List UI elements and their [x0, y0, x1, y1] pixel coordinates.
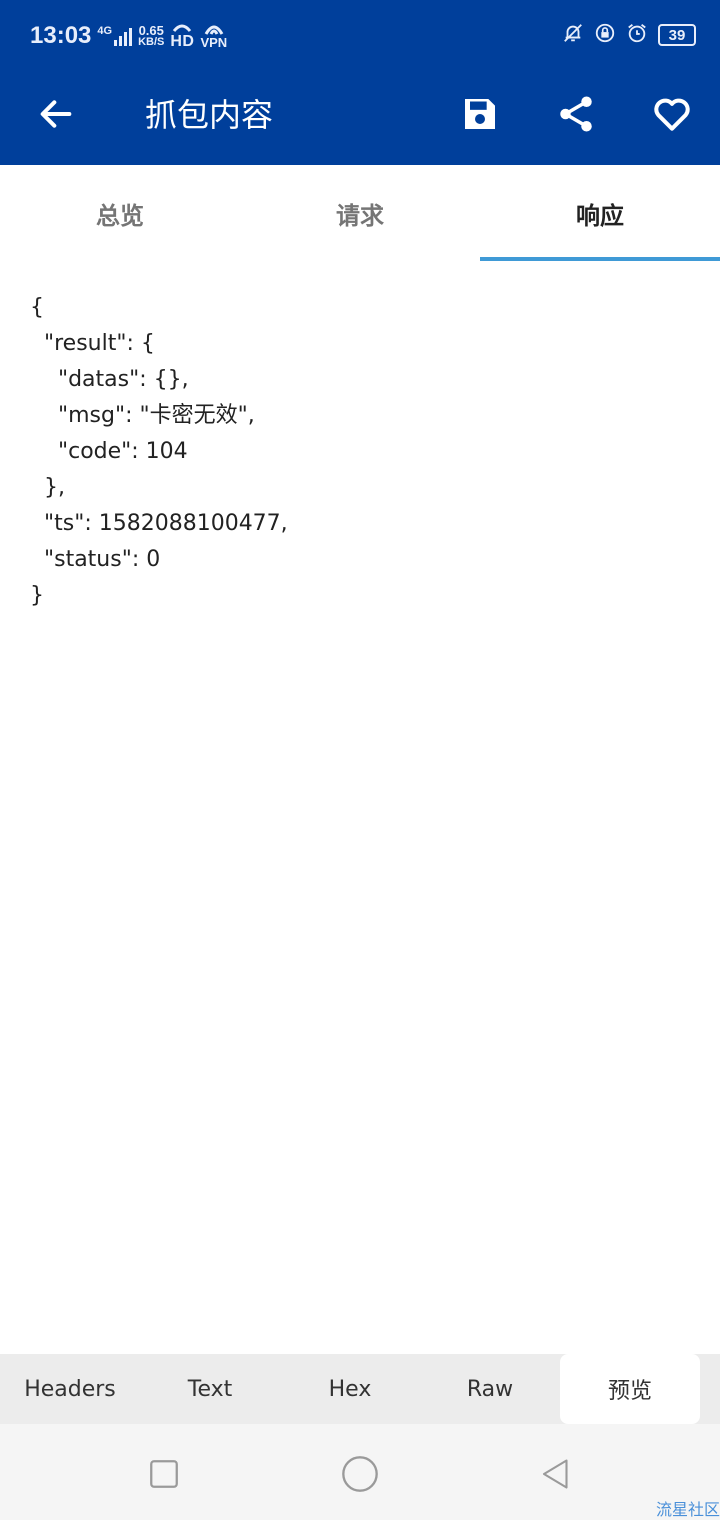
share-icon	[560, 96, 592, 132]
code-line: },	[30, 475, 65, 500]
tab-preview[interactable]: 预览	[560, 1354, 700, 1424]
tab-hex[interactable]: Hex	[280, 1354, 420, 1424]
wifi-calling-icon: HD	[170, 23, 195, 50]
rotation-lock-icon	[594, 22, 616, 48]
system-nav-bar: 流星社区	[0, 1424, 720, 1520]
status-time: 13:03	[30, 22, 92, 49]
home-button[interactable]	[336, 1450, 384, 1498]
hd-label: HD	[170, 33, 195, 50]
code-line: "result": {	[30, 331, 155, 356]
triangle-back-icon	[542, 1459, 568, 1489]
back-button[interactable]	[30, 88, 82, 140]
heart-outline-icon	[654, 98, 690, 131]
tab-request[interactable]: 请求	[240, 165, 480, 261]
tab-headers[interactable]: Headers	[0, 1354, 140, 1424]
detail-tabs: 总览 请求 响应	[0, 165, 720, 261]
save-button[interactable]	[452, 86, 508, 142]
toolbar: 抓包内容	[0, 72, 720, 165]
share-button[interactable]	[548, 86, 604, 142]
battery-indicator: 39	[658, 24, 696, 46]
muted-bell-icon	[562, 22, 584, 48]
status-right: 39	[562, 22, 696, 48]
vpn-label: VPN	[200, 34, 228, 50]
status-left: 13:03 4G 0.65 KB/S HD VPN	[30, 22, 227, 50]
tab-overview[interactable]: 总览	[0, 165, 240, 261]
signal-icon: 4G	[97, 25, 133, 46]
arrow-left-icon	[40, 100, 72, 128]
code-line: "datas": {},	[30, 367, 189, 392]
back-nav-button[interactable]	[532, 1450, 580, 1498]
tab-response[interactable]: 响应	[480, 165, 720, 261]
code-line: {	[30, 295, 44, 320]
circle-icon	[342, 1456, 378, 1492]
code-line: "code": 104	[30, 439, 188, 464]
format-tabs: Headers Text Hex Raw 预览	[0, 1354, 720, 1424]
code-line: }	[30, 583, 44, 608]
network-speed: 0.65 KB/S	[138, 24, 164, 48]
tab-text[interactable]: Text	[140, 1354, 280, 1424]
app-bar: 13:03 4G 0.65 KB/S HD VPN 39 抓包内容	[0, 0, 720, 165]
tab-raw[interactable]: Raw	[420, 1354, 560, 1424]
response-body: { "result": { "datas": {}, "msg": "卡密无效"…	[30, 290, 690, 614]
alarm-icon	[626, 22, 648, 48]
page-title: 抓包内容	[145, 96, 274, 134]
watermark: 流星社区	[655, 1500, 720, 1519]
code-line: "status": 0	[30, 547, 161, 572]
status-bar: 13:03 4G 0.65 KB/S HD VPN 39	[0, 0, 720, 72]
floppy-disk-icon	[465, 99, 495, 129]
recents-button[interactable]	[140, 1450, 188, 1498]
favorite-button[interactable]	[644, 86, 700, 142]
vpn-icon: VPN	[200, 24, 227, 49]
code-line: "ts": 1582088100477,	[30, 511, 288, 536]
code-line: "msg": "卡密无效",	[30, 403, 255, 428]
network-type: 4G	[97, 25, 113, 37]
speed-unit: KB/S	[138, 36, 165, 48]
square-icon	[150, 1460, 178, 1488]
